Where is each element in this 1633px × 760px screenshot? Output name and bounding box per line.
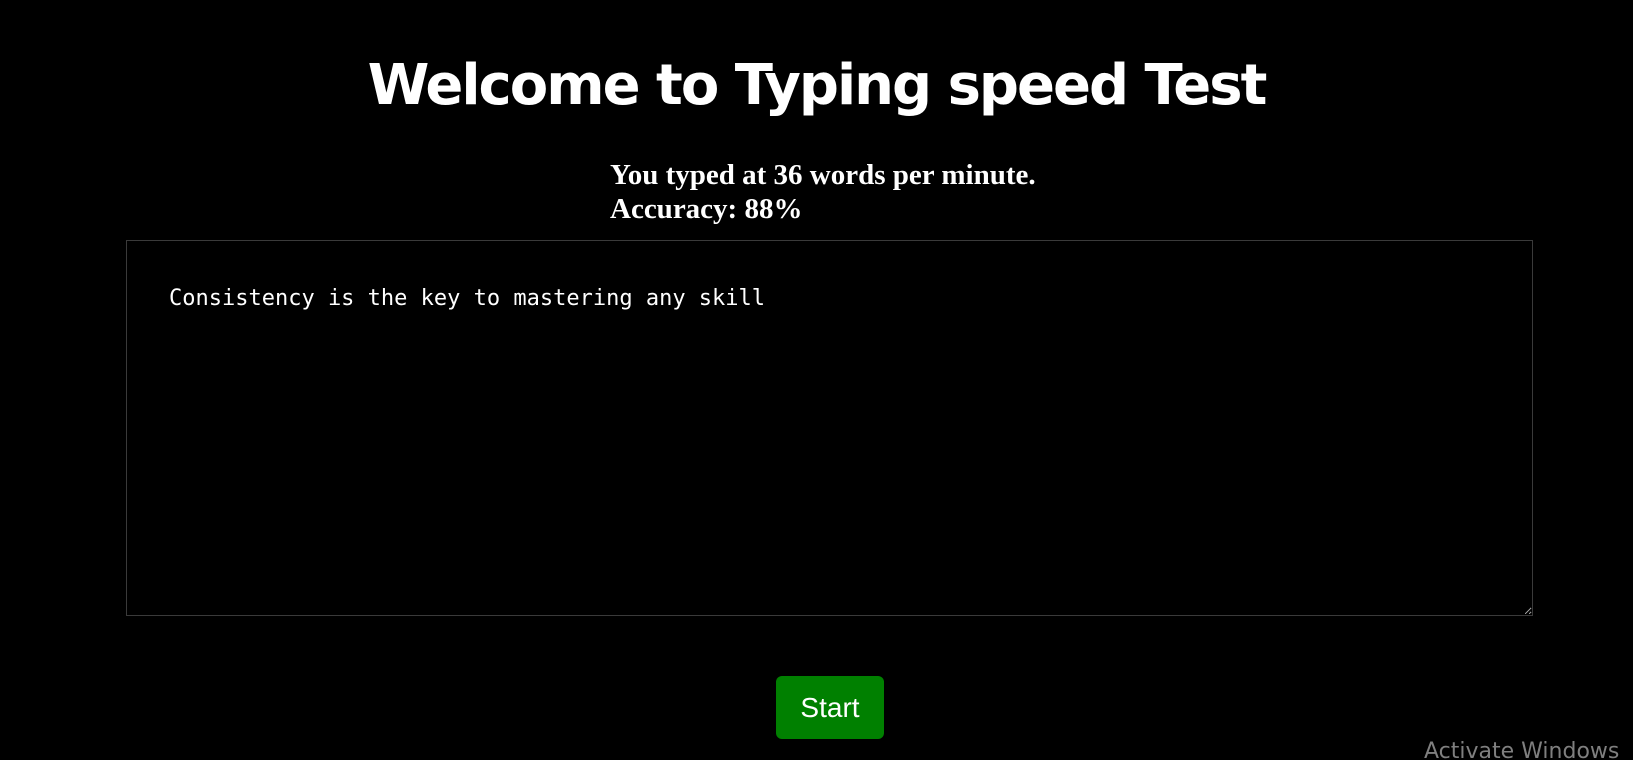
- wpm-result: You typed at 36 words per minute.: [610, 159, 1036, 191]
- typing-textarea[interactable]: Consistency is the key to mastering any …: [126, 240, 1533, 616]
- results-panel: You typed at 36 words per minute. Accura…: [610, 158, 1036, 226]
- start-button[interactable]: Start: [776, 676, 884, 739]
- activate-windows-watermark: Activate Windows: [1424, 739, 1620, 760]
- accuracy-result: Accuracy: 88%: [610, 193, 803, 225]
- page-title: Welcome to Typing speed Test: [367, 53, 1268, 118]
